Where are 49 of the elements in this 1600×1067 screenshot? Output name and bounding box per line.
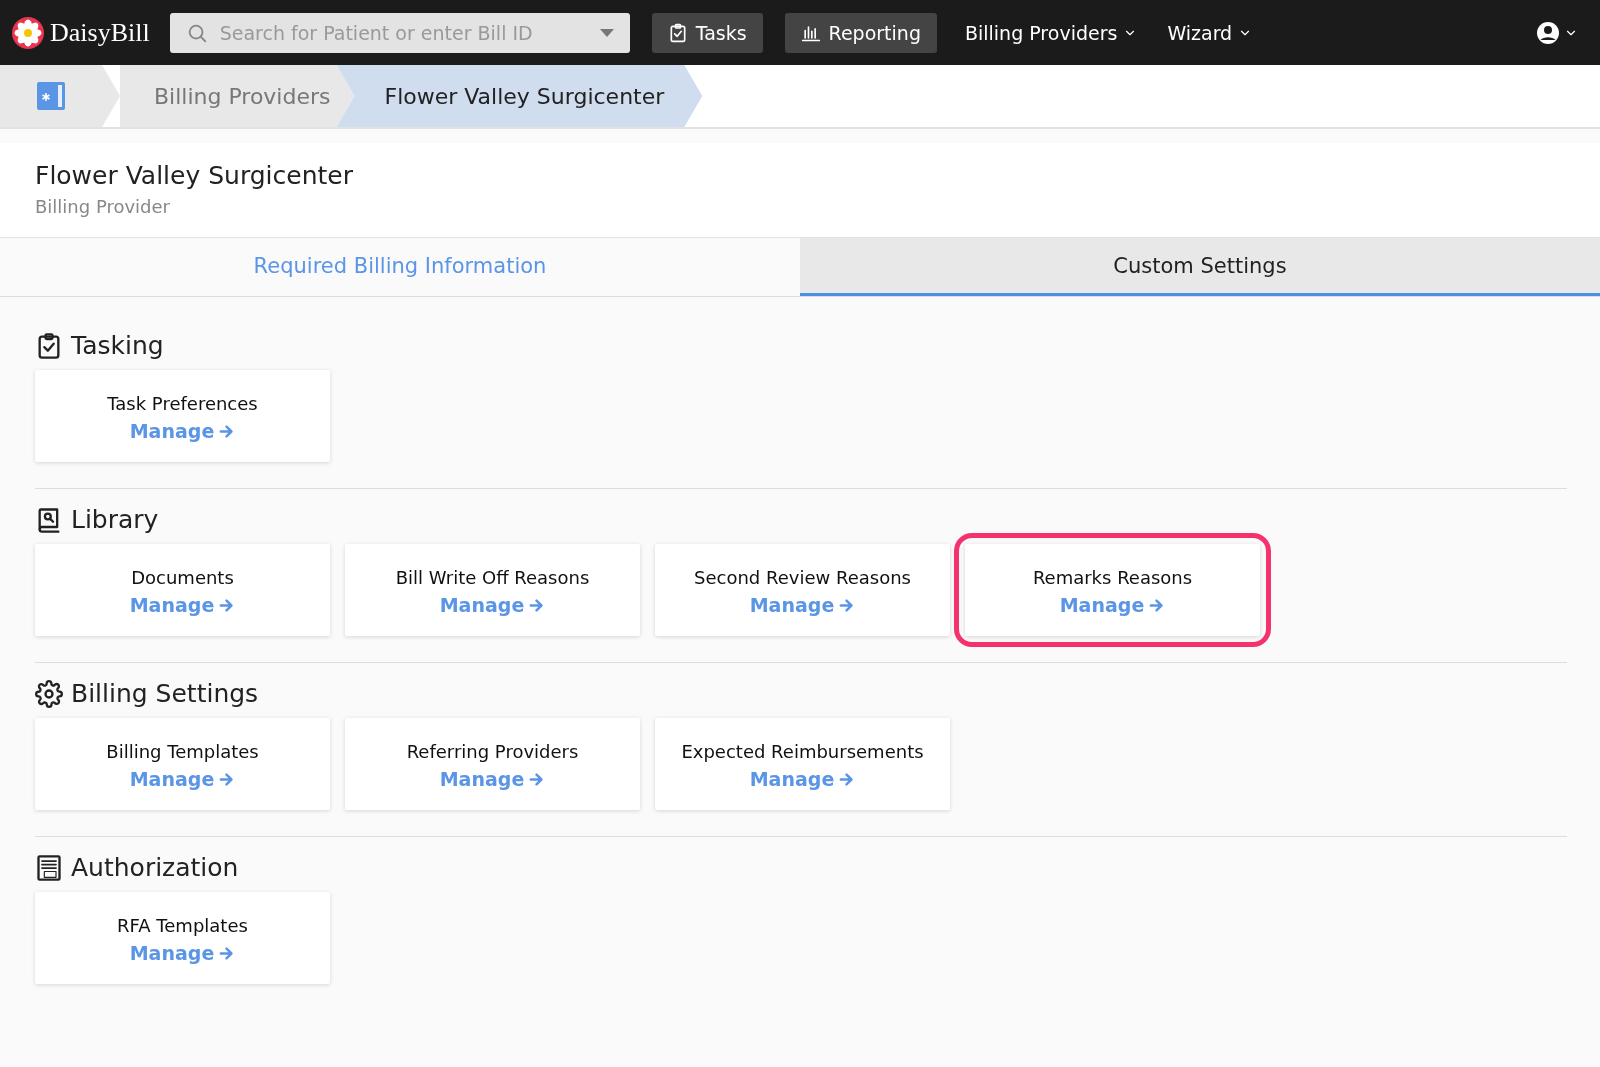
manage-link[interactable]: Manage: [439, 594, 546, 616]
card-title: Bill Write Off Reasons: [395, 566, 590, 590]
manage-link[interactable]: Manage: [129, 768, 236, 790]
arrow-right-icon: [218, 944, 236, 962]
tasks-button[interactable]: Tasks: [651, 12, 763, 53]
daisy-logo-icon: [12, 16, 44, 49]
arrow-right-icon: [838, 596, 856, 614]
arrow-right-icon: [218, 770, 236, 788]
nav-menu[interactable]: Billing Providers: [958, 21, 1144, 44]
user-avatar-icon: [1536, 20, 1560, 45]
settings-icon: [35, 679, 63, 708]
breadcrumb-link[interactable]: Flower Valley Surgicenter: [336, 65, 703, 127]
manage-link[interactable]: Manage: [1059, 594, 1166, 616]
search-field[interactable]: Search for Patient or enter Bill ID: [169, 12, 630, 53]
provider-card-icon: [36, 81, 66, 111]
arrow-right-icon: [528, 770, 546, 788]
arrow-right-icon: [528, 596, 546, 614]
breadcrumb-home[interactable]: [0, 65, 120, 127]
breadcrumb-link[interactable]: Billing Providers: [120, 65, 355, 127]
card-title: Task Preferences: [107, 392, 258, 416]
dropdown-caret-icon: [599, 28, 614, 37]
card-title: Remarks Reasons: [1032, 566, 1193, 590]
nav-menu[interactable]: Wizard: [1161, 21, 1259, 44]
manage-link[interactable]: Manage: [129, 942, 236, 964]
card-title: RFA Templates: [117, 914, 248, 938]
manage-link[interactable]: Manage: [439, 768, 546, 790]
page-title: Flower Valley Surgicenter: [35, 161, 354, 190]
section-heading: Authorization: [71, 853, 239, 882]
reporting-button[interactable]: Reporting: [784, 12, 937, 53]
manage-link[interactable]: Manage: [749, 594, 856, 616]
section-heading: Library: [71, 505, 159, 534]
arrow-right-icon: [1148, 596, 1166, 614]
card-title: Expected Reimbursements: [681, 740, 924, 764]
card-title: Documents: [131, 566, 234, 590]
manage-link[interactable]: Manage: [129, 420, 236, 442]
section-heading: Tasking: [71, 331, 164, 360]
arrow-right-icon: [838, 770, 856, 788]
card-title: Second Review Reasons: [694, 566, 911, 590]
arrow-right-icon: [218, 422, 236, 440]
card-title: Referring Providers: [406, 740, 579, 764]
card-title: Billing Templates: [106, 740, 259, 764]
logo-text: DaisyBill: [50, 17, 150, 48]
page-subtitle: Billing Provider: [35, 196, 172, 217]
manage-link[interactable]: Manage: [749, 768, 856, 790]
form-icon: [35, 853, 63, 882]
arrow-right-icon: [218, 596, 236, 614]
manage-link[interactable]: Manage: [129, 594, 236, 616]
section-heading: Billing Settings: [71, 679, 259, 708]
tab[interactable]: Custom Settings: [800, 238, 1600, 296]
